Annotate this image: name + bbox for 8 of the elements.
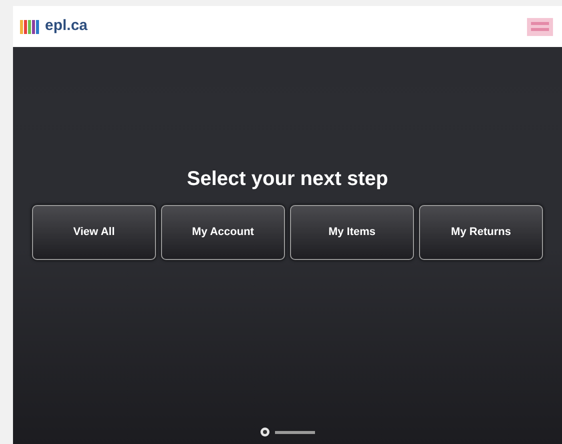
- prompt-heading: Select your next step: [186, 167, 388, 192]
- logo-text: epl.ca: [45, 16, 88, 36]
- step-button[interactable]: My Returns: [419, 205, 543, 260]
- step-button[interactable]: My Items: [290, 205, 414, 260]
- step-button[interactable]: View All: [32, 205, 156, 260]
- footer-label-bar: [275, 430, 315, 434]
- step-button[interactable]: My Account: [161, 205, 285, 260]
- logo-icon: [20, 18, 42, 34]
